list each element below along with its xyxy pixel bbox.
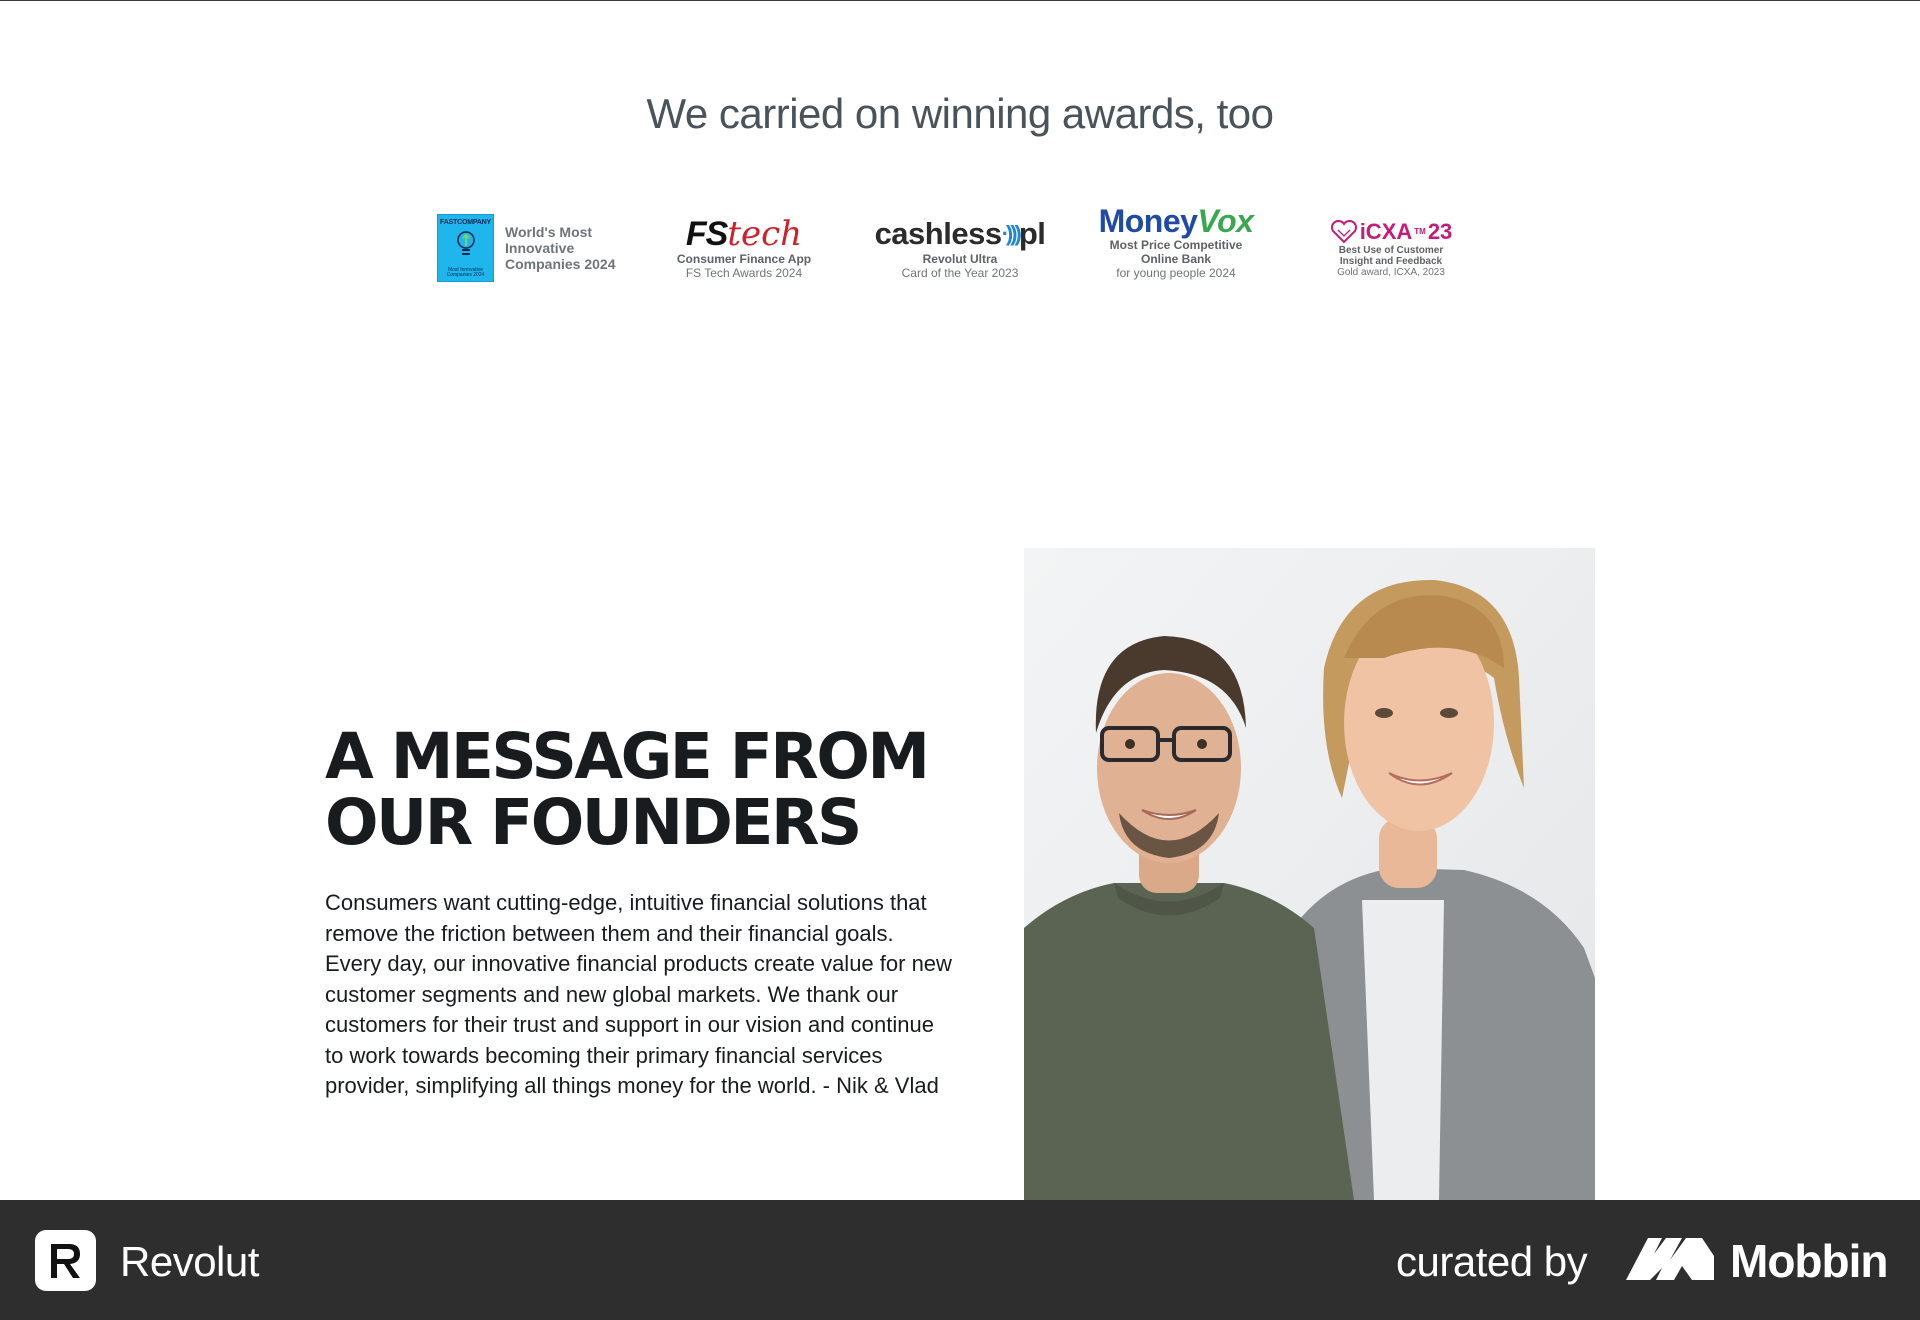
headline-line-2: OUR FOUNDERS bbox=[325, 786, 862, 859]
fast-company-caption: World's Most Innovative Companies 2024 bbox=[505, 224, 616, 272]
founders-photo bbox=[1024, 548, 1595, 1200]
mobbin-brand: Mobbin bbox=[1730, 1235, 1888, 1287]
award-fast-company: FASTCOMPANY Most Innovative Companies 20… bbox=[437, 208, 627, 288]
footer-bar: Revolut curated by Mobbin bbox=[0, 1200, 1920, 1320]
awards-row: FASTCOMPANY Most Innovative Companies 20… bbox=[0, 204, 1920, 288]
fast-company-badge: FASTCOMPANY Most Innovative Companies 20… bbox=[437, 214, 494, 282]
founders-headline: A MESSAGE FROM OUR FOUNDERS bbox=[325, 724, 965, 856]
headline-line-1: A MESSAGE FROM bbox=[325, 720, 930, 793]
icxa-caption: Best Use of Customer Insight and Feedbac… bbox=[1337, 244, 1445, 278]
award-moneyvox: MoneyVox Most Price Competitive Online B… bbox=[1086, 202, 1266, 282]
top-divider bbox=[0, 0, 1920, 1]
lightbulb-icon bbox=[456, 231, 475, 255]
revolut-r-icon bbox=[50, 1243, 80, 1278]
fs-tech-caption: Consumer Finance App FS Tech Awards 2024 bbox=[676, 252, 812, 280]
cashless-caption: Revolut Ultra Card of the Year 2023 bbox=[901, 252, 1019, 280]
fast-company-badge-text: Most Innovative Companies 2024 bbox=[446, 267, 485, 278]
awards-title: We carried on winning awards, too bbox=[646, 90, 1274, 137]
moneyvox-caption: Most Price Competitive Online Bank for y… bbox=[1109, 238, 1243, 280]
cashless-logo: cashless·)))pl bbox=[874, 216, 1046, 251]
award-icxa: iCXA TM 23 Best Use of Customer Insight an… bbox=[1316, 208, 1466, 288]
mobbin-logo-icon bbox=[1626, 1238, 1714, 1280]
fast-company-logo: FASTCOMPANY bbox=[440, 219, 491, 226]
fs-tech-logo: FStech bbox=[685, 214, 803, 254]
award-fs-tech: FStech Consumer Finance App FS Tech Awar… bbox=[660, 208, 828, 288]
icxa-logo: iCXA TM 23 bbox=[1330, 219, 1452, 245]
moneyvox-logo: MoneyVox bbox=[1098, 203, 1254, 239]
heart-icon bbox=[1330, 219, 1357, 243]
award-cashless: cashless·)))pl Revolut Ultra Card of the… bbox=[862, 208, 1058, 288]
signal-waves-icon: ·))) bbox=[1001, 221, 1022, 246]
curated-by-label: curated by bbox=[1396, 1238, 1588, 1285]
founders-message: Consumers want cutting-edge, intuitive f… bbox=[325, 890, 952, 1098]
app-name: Revolut bbox=[120, 1238, 259, 1285]
revolut-app-icon[interactable] bbox=[35, 1230, 96, 1291]
